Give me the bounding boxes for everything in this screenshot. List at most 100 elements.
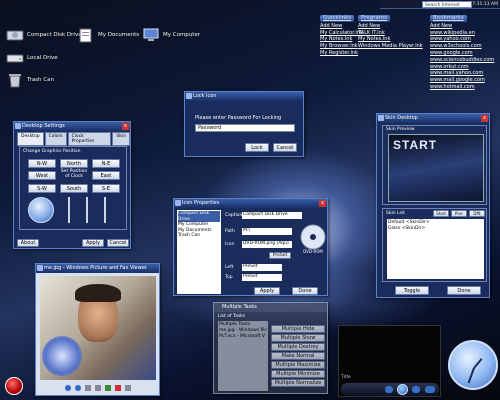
start-tab-button[interactable]: Start	[433, 210, 449, 217]
link-item[interactable]: www.sciencebuddies.com	[430, 57, 494, 64]
multiple-destroy-button[interactable]: Multiple Destroy	[271, 343, 325, 351]
link-item[interactable]: My Calculator.lnk	[320, 30, 363, 37]
position-nw-button[interactable]: N-W	[28, 159, 56, 168]
window-title-bar[interactable]: Desktop Settings x	[14, 122, 130, 131]
previous-icon[interactable]	[385, 386, 393, 393]
position-west-button[interactable]: West	[28, 171, 56, 180]
position-south-button[interactable]: South	[60, 184, 88, 193]
window-title-bar[interactable]: Multiple Tasks	[214, 303, 327, 312]
list-item[interactable]: Glass <SkinDir>	[388, 226, 483, 232]
next-icon[interactable]	[75, 385, 81, 391]
link-item[interactable]: Add New	[430, 23, 494, 30]
apply-button[interactable]: Apply	[82, 239, 104, 247]
bookmarks-header[interactable]: Bookmarks	[430, 15, 467, 22]
rotate-icon[interactable]	[105, 385, 111, 391]
desktop-icon-local-drive[interactable]: Local Drive	[6, 47, 66, 69]
tab-skin[interactable]: Skin	[112, 132, 130, 146]
next-icon[interactable]	[412, 386, 420, 393]
multiple-minimize-button[interactable]: Multiple Minimize	[271, 370, 325, 378]
desktop-icon-my-documents[interactable]: My Documents	[77, 24, 139, 46]
cancel-button[interactable]: Cancel	[107, 239, 129, 247]
list-item[interactable]: Trash Can	[178, 233, 220, 239]
top-field[interactable]: PreSet	[242, 274, 282, 281]
prvr-tab-button[interactable]: Prvr	[451, 210, 467, 217]
link-item[interactable]: www.mail.google.com	[430, 77, 494, 84]
link-item[interactable]: Add New	[358, 23, 423, 30]
print-icon[interactable]	[125, 385, 131, 391]
photo-image	[40, 276, 156, 380]
position-sw-button[interactable]: S-W	[28, 184, 56, 193]
preset-button[interactable]: PreSet	[269, 252, 291, 259]
clock-hand	[473, 358, 483, 369]
tab-colors[interactable]: Colors	[44, 132, 67, 146]
window-title-bar[interactable]: Skin Desktop x	[377, 114, 489, 123]
done-button[interactable]: Done	[292, 287, 318, 295]
previous-icon[interactable]	[65, 385, 71, 391]
desktop-icon-trash[interactable]: Trash Can	[6, 69, 66, 91]
tab-clock-properties[interactable]: Clock Properties	[67, 132, 112, 146]
toggle-button[interactable]: Toggle	[395, 286, 429, 295]
search-input[interactable]: Search Internet	[422, 1, 472, 8]
play-icon[interactable]	[397, 384, 408, 395]
zoom-in-icon[interactable]	[85, 385, 91, 391]
multiple-maximize-button[interactable]: Multiple Maximize	[271, 361, 325, 369]
make-normal-button[interactable]: Make Normal	[271, 352, 325, 360]
desktop-icon-cd-drive[interactable]: Compact Disk Drive	[6, 24, 82, 46]
volume-icon[interactable]	[425, 386, 435, 393]
position-ne-button[interactable]: N-E	[92, 159, 120, 168]
lock-button[interactable]: Lock	[245, 143, 269, 152]
dialog-title-bar[interactable]: Lock Icon	[185, 92, 303, 101]
desktop-icon-my-computer[interactable]: My Computer	[142, 24, 202, 46]
path-field[interactable]: M:\	[242, 228, 292, 235]
delete-icon[interactable]	[115, 385, 121, 391]
close-icon[interactable]: x	[122, 123, 129, 130]
programs-header[interactable]: Programs	[358, 15, 391, 22]
tab-desktop[interactable]: Desktop	[17, 132, 44, 146]
window-icon	[15, 123, 21, 129]
about-button[interactable]: About	[17, 239, 39, 247]
start-button[interactable]	[5, 377, 23, 395]
left-field[interactable]: PreSet	[242, 264, 282, 271]
apply-button[interactable]: Apply	[254, 287, 280, 295]
link-item[interactable]: My Browser.lnk	[320, 43, 363, 50]
link-item[interactable]: www.yahoo.com	[430, 36, 494, 43]
slider-track[interactable]	[104, 197, 106, 223]
dflt-tab-button[interactable]: Dflt	[469, 210, 485, 217]
icon-field[interactable]: DVD-ROM.png (Aqu)	[242, 241, 292, 248]
position-north-button[interactable]: North	[60, 159, 88, 168]
quicklinks-header[interactable]: Quicklinks	[320, 15, 355, 22]
icon-list: Compact Disk Drive My Computer My Docume…	[177, 210, 221, 294]
list-item[interactable]: PsT.ocx - Microsoft V	[219, 334, 267, 340]
skin-preview-group: Skin Preview START	[382, 125, 487, 205]
position-east-button[interactable]: East	[92, 171, 120, 180]
quicklinks-column: Quicklinks Add New My Calculator.lnk My …	[320, 15, 363, 57]
cancel-button[interactable]: Cancel	[273, 143, 297, 152]
window-title-bar[interactable]: Icon Properties x	[174, 199, 327, 208]
multiple-show-button[interactable]: Multiple Show	[271, 334, 325, 342]
zoom-out-icon[interactable]	[95, 385, 101, 391]
position-se-button[interactable]: S-E	[92, 184, 120, 193]
link-item[interactable]: www.google.com	[430, 50, 494, 57]
link-item[interactable]: Windows Media Player.lnk	[358, 43, 423, 50]
slider-track[interactable]	[86, 197, 88, 223]
close-icon[interactable]: x	[481, 115, 488, 122]
link-item[interactable]: My Notes.lnk	[320, 36, 363, 43]
slider-track[interactable]	[68, 197, 70, 223]
window-title-bar[interactable]: me.jpg - Windows Picture and Fax Viewer	[36, 264, 159, 273]
multiple-normalize-button[interactable]: Multiple Normalize	[271, 379, 325, 387]
password-field[interactable]: Password	[195, 124, 295, 132]
link-item[interactable]: My Notes.lnk	[358, 36, 423, 43]
done-button[interactable]: Done	[447, 286, 481, 295]
link-item[interactable]: www.mail.yahoo.com	[430, 70, 494, 77]
link-item[interactable]: www.orkut.com	[430, 64, 494, 71]
link-item[interactable]: TALK IT.lnk	[358, 30, 423, 37]
link-item[interactable]: www.wikipedia.en	[430, 30, 494, 37]
link-item[interactable]: www.w3schools.com	[430, 43, 494, 50]
link-item[interactable]: My Register.lnk	[320, 50, 363, 57]
close-icon[interactable]: x	[319, 200, 326, 207]
caption-field[interactable]: Compact Disk Drive	[242, 212, 302, 219]
multiple-hide-button[interactable]: Multiple Hide	[271, 325, 325, 333]
list-item[interactable]: Compact Disk Drive	[178, 211, 220, 222]
link-item[interactable]: www.hotmail.com	[430, 84, 494, 91]
link-item[interactable]: Add New	[320, 23, 363, 30]
